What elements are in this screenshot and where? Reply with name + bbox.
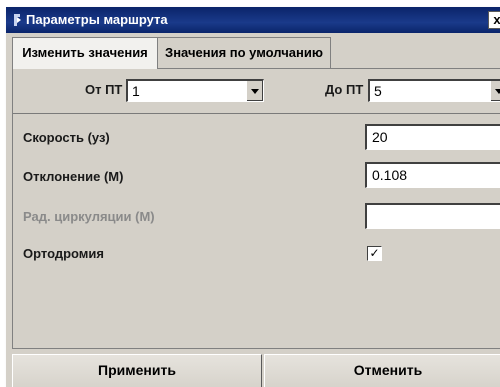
chevron-down-icon[interactable] <box>490 81 500 101</box>
circulation-radius-label: Рад. циркуляции (М) <box>23 209 155 224</box>
chevron-down-icon[interactable] <box>246 81 263 101</box>
deviation-label: Отклонение (М) <box>23 169 124 184</box>
button-bar: Применить Отменить <box>12 349 500 387</box>
deviation-input[interactable]: 0.108 <box>365 162 500 188</box>
to-wp-value: 5 <box>374 83 382 99</box>
tab-edit-values[interactable]: Изменить значения <box>12 37 158 69</box>
app-icon <box>14 14 21 26</box>
orthodromy-label: Ортодромия <box>23 246 105 261</box>
waypoint-range-row: От ПТ 1 До ПТ 5 <box>13 69 500 114</box>
title-bar[interactable]: Параметры маршрута x <box>6 7 500 33</box>
close-button[interactable]: x <box>488 11 500 29</box>
to-wp-label: До ПТ <box>325 82 364 97</box>
to-wp-select[interactable]: 5 <box>368 79 500 102</box>
speed-label: Скорость (уз) <box>23 130 110 145</box>
tab-default-values[interactable]: Значения по умолчанию <box>157 37 331 68</box>
speed-input[interactable]: 20 <box>365 124 500 150</box>
cancel-button[interactable]: Отменить <box>264 354 500 387</box>
circulation-radius-input[interactable] <box>365 203 500 229</box>
apply-button[interactable]: Применить <box>12 354 262 387</box>
tab-panel: От ПТ 1 До ПТ 5 Скорость (уз) 20 Отклоне… <box>12 68 500 349</box>
from-wp-select[interactable]: 1 <box>126 79 264 102</box>
window-title: Параметры маршрута <box>26 12 168 27</box>
route-params-dialog: Параметры маршрута x Изменить значения З… <box>6 7 500 387</box>
from-wp-label: От ПТ <box>85 82 123 97</box>
orthodromy-checkbox[interactable]: ✓ <box>367 246 382 261</box>
from-wp-value: 1 <box>132 83 140 99</box>
